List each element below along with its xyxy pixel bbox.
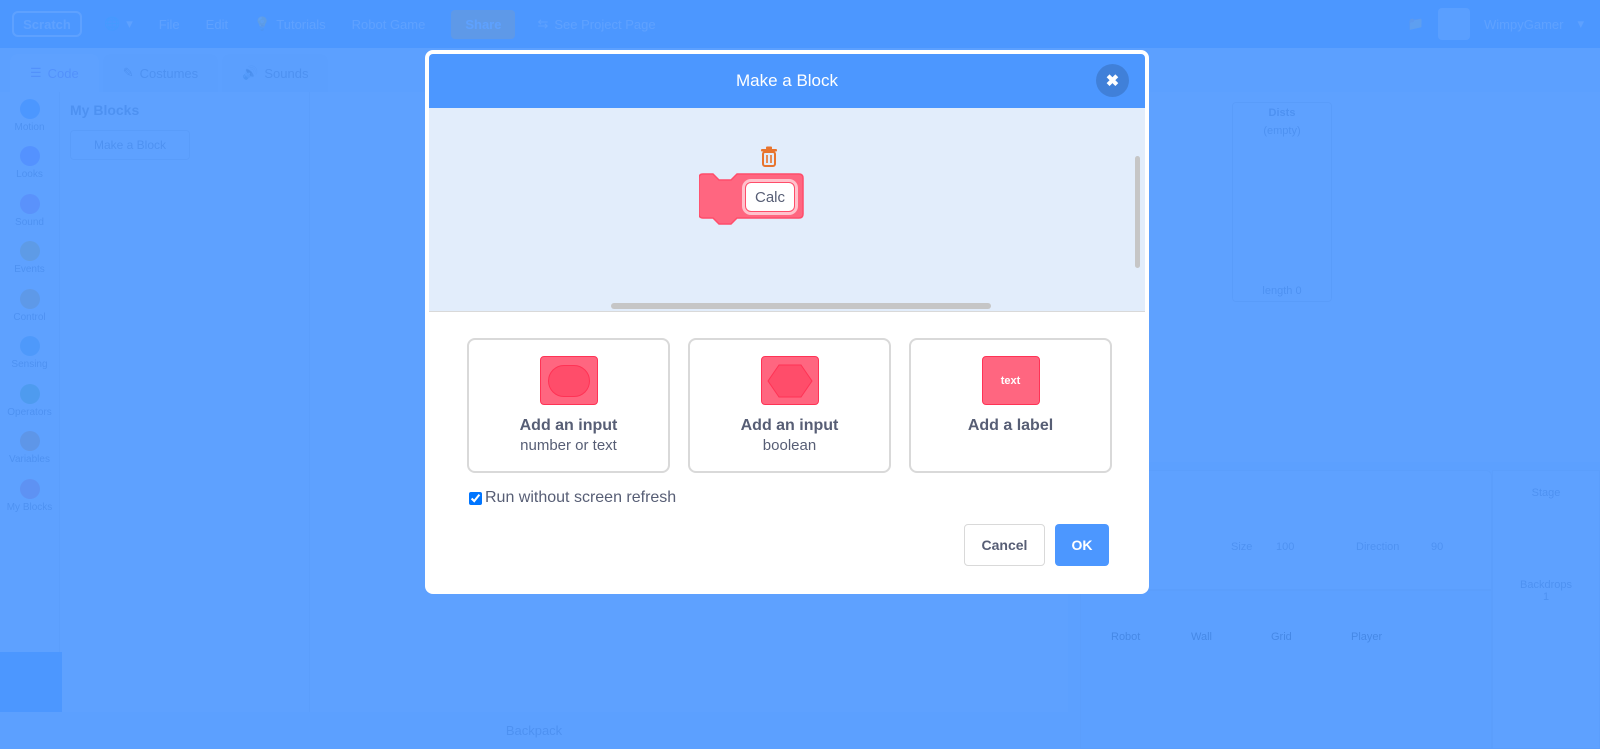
- preview-vertical-scrollbar[interactable]: [1135, 156, 1140, 268]
- block-preview-area: Calc: [429, 108, 1145, 312]
- ok-button[interactable]: OK: [1055, 524, 1109, 566]
- option-subtitle: boolean: [762, 437, 817, 454]
- add-label-button[interactable]: text Add a label: [909, 338, 1112, 473]
- oval-input-icon: [539, 356, 598, 405]
- option-title: Add an input: [740, 417, 839, 434]
- add-input-boolean-button[interactable]: Add an input boolean: [688, 338, 891, 473]
- run-without-refresh-label: Run without screen refresh: [485, 489, 677, 506]
- close-button[interactable]: ✖: [1096, 64, 1129, 97]
- boolean-input-icon: [760, 356, 819, 405]
- block-name-input[interactable]: Calc: [745, 182, 795, 212]
- option-title: Add a label: [967, 417, 1054, 434]
- trash-icon[interactable]: [759, 146, 779, 168]
- run-without-refresh-row[interactable]: Run without screen refresh: [469, 489, 1145, 507]
- preview-horizontal-scrollbar[interactable]: [611, 303, 991, 309]
- run-without-refresh-checkbox[interactable]: [469, 491, 482, 505]
- block-options: Add an input number or text Add an input…: [429, 312, 1145, 473]
- close-icon: ✖: [1105, 72, 1120, 90]
- option-title: Add an input: [519, 417, 618, 434]
- modal-title: Make a Block: [735, 71, 839, 90]
- dialog-buttons: Cancel OK: [964, 524, 1109, 566]
- label-icon: text: [981, 356, 1040, 405]
- cancel-button[interactable]: Cancel: [964, 524, 1045, 566]
- option-subtitle: number or text: [520, 437, 617, 454]
- make-a-block-dialog: Make a Block ✖ Calc Add an input number …: [425, 50, 1149, 594]
- add-input-number-text-button[interactable]: Add an input number or text: [467, 338, 670, 473]
- modal-header: Make a Block ✖: [429, 54, 1145, 108]
- label-icon-text: text: [1000, 374, 1021, 387]
